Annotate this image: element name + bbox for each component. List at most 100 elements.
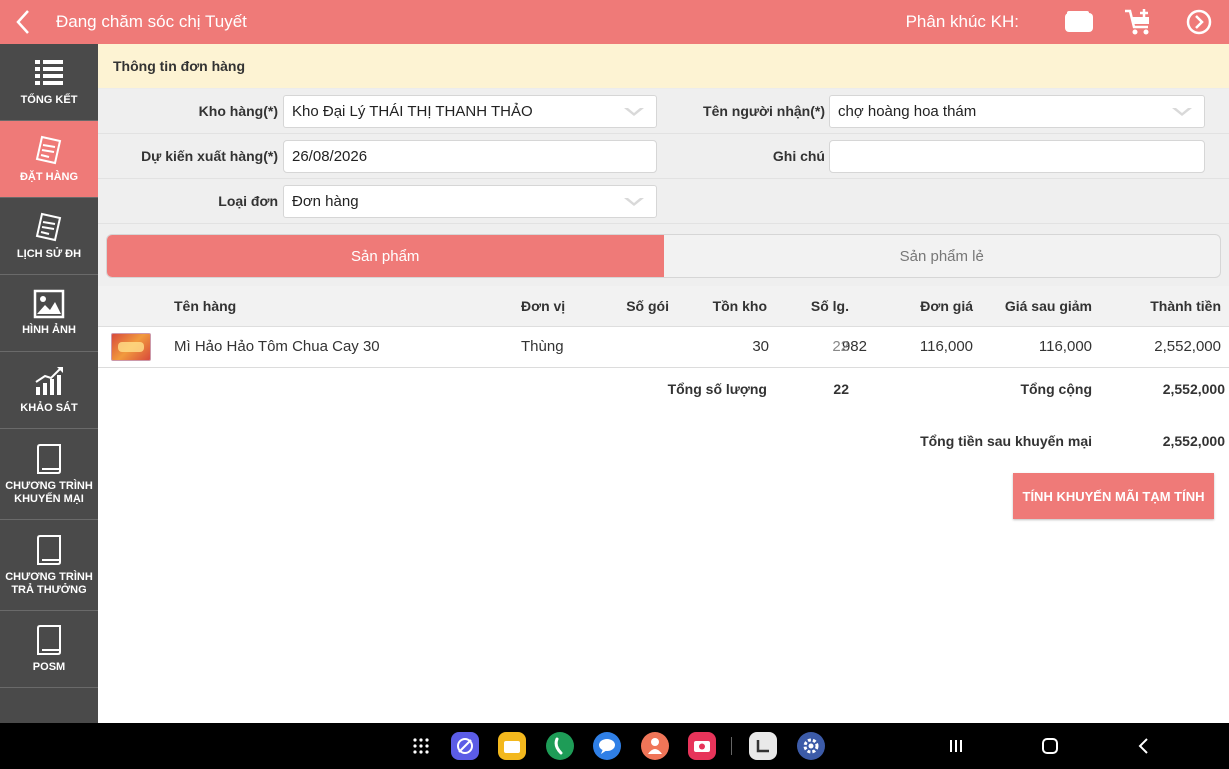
recipient-label: Tên người nhận(*)	[703, 103, 825, 119]
sidebar-item-label: Hình ảnh	[22, 324, 76, 336]
sidebar-item-order-history[interactable]: Lịch sử ĐH	[0, 198, 98, 275]
camera-icon	[694, 741, 710, 752]
sidebar-item-survey[interactable]: Khảo sát	[0, 352, 98, 429]
back-button[interactable]	[0, 0, 46, 44]
product-discounted-price: 116,000	[1038, 338, 1092, 355]
calculate-promotion-button[interactable]: Tính khuyến mãi tạm tính	[1013, 473, 1214, 519]
tab-products[interactable]: Sản phẩm	[107, 235, 664, 277]
page-title: Đang chăm sóc chị Tuyết	[56, 12, 247, 31]
ship-date-value: 26/08/2026	[292, 148, 368, 165]
home-button[interactable]	[1036, 732, 1064, 760]
history-icon	[35, 212, 62, 242]
gear-icon	[803, 738, 819, 754]
total-quantity-label: Tổng số lượng	[667, 381, 767, 397]
system-navigation-bar	[0, 723, 1229, 769]
sidebar-item-label: Chương trình trả thưởng	[5, 570, 93, 596]
sidebar-item-label: Tổng kết	[20, 94, 78, 106]
product-tabs-container: Sản phẩm Sản phẩm lẻ	[98, 224, 1229, 286]
wallet-icon	[1065, 11, 1093, 32]
document-icon	[37, 625, 61, 655]
chat-icon	[599, 739, 615, 754]
document-icon	[37, 443, 61, 474]
warehouse-select[interactable]: Kho Đại Lý THÁI THỊ THANH THẢO	[283, 95, 657, 128]
product-packs: 30	[752, 338, 769, 355]
product-name: Mì Hảo Hảo Tôm Chua Cay 30	[174, 338, 380, 355]
wallet-button[interactable]	[1049, 0, 1109, 44]
folder-icon	[504, 741, 520, 753]
table-row[interactable]: Mì Hảo Hảo Tôm Chua Cay 30 Thùng 30 982 …	[98, 327, 1229, 368]
grand-total-value: 2,552,000	[1162, 381, 1225, 397]
cart-plus-icon	[1125, 9, 1149, 35]
order-icon	[35, 135, 62, 165]
product-tabs: Sản phẩm Sản phẩm lẻ	[106, 234, 1221, 278]
form-row-ship-date: Dự kiến xuất hàng(*) 26/08/2026 Ghi chú	[98, 134, 1229, 179]
app-contacts[interactable]	[641, 732, 669, 760]
tab-retail-products[interactable]: Sản phẩm lẻ	[664, 235, 1221, 277]
column-header-name: Tên hàng	[174, 298, 237, 314]
next-button[interactable]	[1169, 0, 1229, 44]
after-promo-total-value: 2,552,000	[1162, 433, 1225, 449]
browser-icon	[457, 738, 473, 754]
column-header-price: Đơn giá	[920, 298, 973, 314]
sidebar-item-images[interactable]: Hình ảnh	[0, 275, 98, 352]
app-browser[interactable]	[451, 732, 479, 760]
app-camera[interactable]	[688, 732, 716, 760]
summary-row-totals: Tổng số lượng 22 Tổng cộng 2,552,000	[98, 368, 1229, 410]
sidebar-item-label: Đặt hàng	[19, 171, 79, 183]
system-back-button[interactable]	[1129, 732, 1157, 760]
product-price: 116,000	[919, 338, 973, 355]
app-drawer-button[interactable]	[407, 732, 435, 760]
after-promo-total-label: Tổng tiền sau khuyến mại	[920, 433, 1092, 449]
form-row-warehouse: Kho hàng(*) Kho Đại Lý THÁI THỊ THANH TH…	[98, 89, 1229, 134]
sidebar-item-label: Khảo sát	[20, 402, 78, 414]
table-header: Tên hàng Đơn vị Số gói Tồn kho Số lg. Đơ…	[98, 286, 1229, 327]
recipient-value: chợ hoàng hoa thám	[838, 103, 977, 120]
sidebar-item-rewards[interactable]: Chương trình trả thưởng	[0, 520, 98, 611]
sidebar: Tổng kết Đặt hàng Lịch sử ĐH Hình ảnh Kh…	[0, 44, 98, 723]
section-title: Thông tin đơn hàng	[98, 44, 1229, 89]
note-label: Ghi chú	[772, 148, 825, 164]
grand-total-label: Tổng cộng	[1020, 381, 1092, 397]
sidebar-item-posm[interactable]: POSM	[0, 611, 98, 688]
sidebar-item-label: Chương trình khuyến mại	[5, 479, 93, 505]
column-header-stock: Tồn kho	[712, 298, 767, 314]
home-icon	[1042, 738, 1058, 754]
person-icon	[648, 738, 662, 754]
app-logo-icon	[756, 740, 769, 753]
app-settings[interactable]	[797, 732, 825, 760]
chevron-left-icon	[16, 10, 29, 34]
list-icon	[35, 60, 63, 85]
top-bar: Đang chăm sóc chị Tuyết Phân khúc KH:	[0, 0, 1229, 44]
column-header-discounted-price: Giá sau giảm	[1004, 298, 1092, 314]
column-header-packs: Số gói	[626, 298, 669, 314]
order-type-select[interactable]: Đơn hàng	[283, 185, 657, 218]
recent-apps-button[interactable]	[942, 732, 970, 760]
app-recent-1[interactable]	[749, 732, 777, 760]
column-header-qty: Số lg.	[810, 298, 849, 314]
image-icon	[33, 289, 65, 319]
sidebar-item-order[interactable]: Đặt hàng	[0, 121, 98, 198]
chevron-down-icon	[1172, 108, 1192, 116]
app-files[interactable]	[498, 732, 526, 760]
recents-icon	[950, 740, 962, 752]
product-quantity[interactable]: 22	[832, 327, 849, 367]
warehouse-label: Kho hàng(*)	[198, 103, 278, 119]
chevron-left-icon	[1138, 738, 1148, 754]
note-input[interactable]	[829, 140, 1205, 173]
add-to-cart-button[interactable]	[1109, 0, 1169, 44]
order-type-value: Đơn hàng	[292, 193, 359, 210]
phone-icon	[554, 737, 563, 755]
main-content: Thông tin đơn hàng Kho hàng(*) Kho Đại L…	[98, 44, 1229, 723]
ship-date-input[interactable]: 26/08/2026	[283, 140, 657, 173]
customer-segment-label: Phân khúc KH:	[905, 12, 1019, 31]
chevron-right-circle-icon	[1186, 9, 1212, 35]
sidebar-item-promotions[interactable]: Chương trình khuyến mại	[0, 429, 98, 520]
chevron-down-icon	[624, 198, 644, 206]
order-type-label: Loại đơn	[218, 193, 278, 209]
app-phone[interactable]	[546, 732, 574, 760]
sidebar-item-label: POSM	[32, 661, 66, 673]
app-messages[interactable]	[593, 732, 621, 760]
chevron-down-icon	[624, 108, 644, 116]
sidebar-item-summary[interactable]: Tổng kết	[0, 44, 98, 121]
recipient-select[interactable]: chợ hoàng hoa thám	[829, 95, 1205, 128]
